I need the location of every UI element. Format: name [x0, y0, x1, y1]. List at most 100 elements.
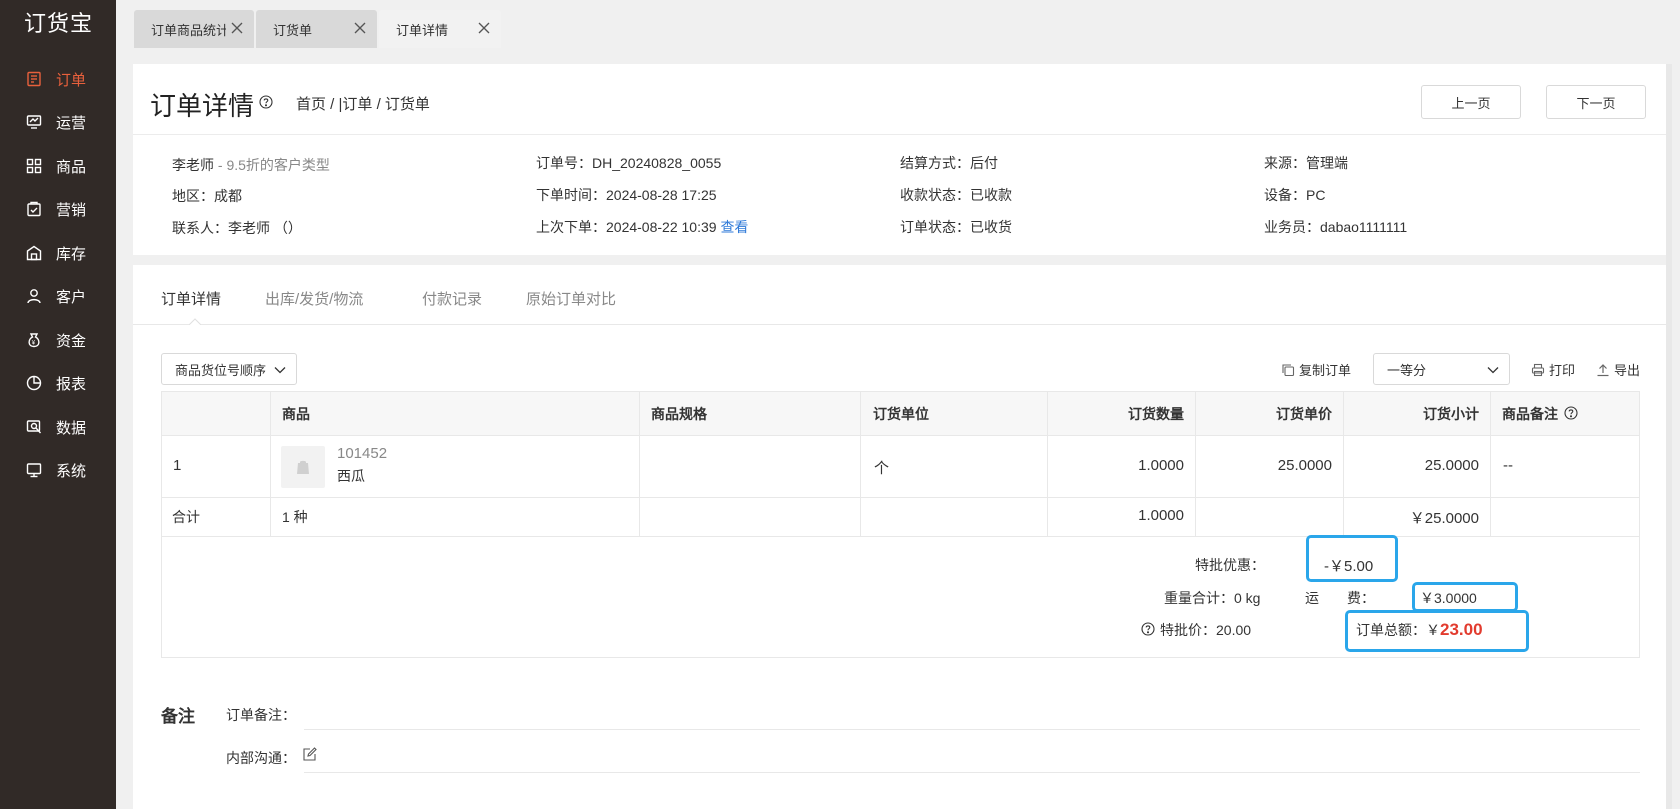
print-label: 打印 — [1549, 363, 1576, 378]
copy-order-label: 复制订单 — [1299, 363, 1352, 378]
payment-status: 收款状态：已收款 — [900, 187, 1012, 203]
order-time: 下单时间：2024-08-28 17:25 — [536, 187, 717, 203]
sort-order-value: 商品货位号顺序 — [175, 362, 267, 378]
close-icon[interactable] — [230, 21, 244, 35]
sort-order-select[interactable]: 商品货位号顺序 — [161, 353, 297, 385]
device-info: 设备：PC — [1264, 187, 1326, 203]
next-page-button[interactable]: 下一页 — [1546, 85, 1646, 119]
col-divider — [270, 391, 271, 537]
tab-label: 订货单 — [273, 22, 313, 38]
sidebar-item-label: 订单 — [56, 71, 87, 89]
order-total: 订单总额：￥23.00 — [1356, 620, 1483, 640]
tab-order-detail-section[interactable]: 订单详情 — [161, 288, 221, 309]
internal-comm-label: 内部沟通： — [226, 750, 296, 766]
contact-info: 联系人：李老师 （） — [172, 220, 302, 236]
last-order-info: 上次下单：2024-08-22 10:39 查看 — [536, 217, 748, 237]
close-icon[interactable] — [353, 21, 367, 35]
sidebar-item-label: 客户 — [56, 288, 87, 306]
help-icon[interactable] — [259, 95, 273, 109]
sidebar-item-data[interactable]: 数据 — [0, 407, 116, 447]
col-header-subtotal: 订货小计 — [1423, 406, 1479, 422]
customer-type: - 9.5折的客户类型 — [214, 157, 330, 173]
tab-label: 订单商品统计 — [151, 22, 226, 38]
tab-order-goods-stats[interactable]: 订单商品统计 — [134, 10, 254, 48]
header-divider — [133, 134, 1666, 135]
discount-label: 特批优惠： — [1195, 557, 1265, 573]
sidebar-item-marketing[interactable]: 营销 — [0, 189, 116, 229]
col-header-spec: 商品规格 — [651, 406, 707, 422]
sidebar-item-report[interactable]: 报表 — [0, 363, 116, 403]
goods-icon — [26, 158, 42, 174]
tab-original-order-compare[interactable]: 原始订单对比 — [526, 288, 616, 309]
scrollbar[interactable] — [1666, 64, 1672, 809]
col-header-remark: 商品备注 — [1502, 406, 1558, 422]
sidebar-item-label: 运营 — [56, 114, 87, 132]
inventory-icon — [26, 245, 42, 261]
total-qty: 1.0000 — [1138, 507, 1184, 524]
col-header-unit: 订货单位 — [873, 406, 929, 422]
col-divider — [860, 391, 861, 537]
tab-purchase-order[interactable]: 订货单 — [256, 10, 377, 48]
discount-value: -￥5.00 — [1324, 558, 1374, 575]
report-icon — [26, 375, 42, 391]
sidebar-item-label: 资金 — [56, 332, 87, 350]
col-divider — [639, 391, 640, 537]
page-title: 订单详情 — [150, 91, 255, 121]
prev-page-button[interactable]: 上一页 — [1421, 85, 1521, 119]
export-icon — [1597, 363, 1609, 376]
sidebar-item-label: 系统 — [56, 462, 87, 480]
row-divider — [161, 497, 1640, 498]
active-tab-caret-icon — [189, 318, 201, 325]
export-button[interactable]: 导出 — [1596, 360, 1640, 379]
view-last-order-link[interactable]: 查看 — [720, 219, 748, 235]
col-header-qty: 订货数量 — [1128, 406, 1184, 422]
total-kinds: 1 种 — [282, 509, 308, 525]
order-note-label: 订单备注： — [226, 707, 296, 723]
copy-order-button[interactable]: 复制订单 — [1281, 360, 1351, 379]
close-icon[interactable] — [477, 21, 491, 35]
sidebar-item-operations[interactable]: 运营 — [0, 102, 116, 142]
freight-label: 运 费： — [1305, 590, 1375, 606]
col-header-price: 订货单价 — [1276, 406, 1332, 422]
sidebar-item-order[interactable]: 订单 — [0, 59, 116, 99]
total-subtotal: ￥25.0000 — [1409, 510, 1479, 527]
tab-shipping-logistics[interactable]: 出库/发货/物流 — [265, 288, 363, 309]
grade-select[interactable]: 一等分 — [1373, 353, 1510, 385]
help-icon[interactable] — [1564, 406, 1578, 420]
export-label: 导出 — [1614, 363, 1641, 378]
total-row-label: 合计 — [172, 509, 200, 525]
special-price: 特批价：20.00 — [1160, 622, 1252, 638]
operations-icon — [26, 115, 42, 129]
sidebar-item-customer[interactable]: 客户 — [0, 276, 116, 316]
customer-name: 李老师 — [172, 157, 214, 173]
chevron-down-icon — [274, 367, 286, 374]
notes-title: 备注 — [161, 707, 195, 726]
help-icon[interactable] — [1141, 622, 1155, 636]
print-button[interactable]: 打印 — [1531, 360, 1575, 379]
row-divider — [161, 536, 1640, 537]
col-divider — [1490, 391, 1491, 537]
product-unit: 个 — [874, 460, 890, 477]
tab-order-detail[interactable]: 订单详情 — [379, 10, 501, 48]
sidebar-item-inventory[interactable]: 库存 — [0, 233, 116, 273]
order-note-field[interactable] — [304, 729, 1640, 730]
product-price: 25.0000 — [1277, 457, 1332, 474]
product-name[interactable]: 西瓜 — [337, 466, 365, 486]
edit-icon[interactable] — [302, 747, 317, 762]
sidebar-item-funds[interactable]: ¥ 资金 — [0, 320, 116, 360]
image-placeholder-icon — [297, 460, 309, 474]
sidebar-item-system[interactable]: 系统 — [0, 450, 116, 490]
marketing-icon — [27, 201, 41, 217]
tabs-underline — [133, 324, 1666, 325]
tab-payment-records[interactable]: 付款记录 — [422, 288, 482, 309]
row-index: 1 — [173, 457, 182, 474]
sidebar-item-goods[interactable]: 商品 — [0, 146, 116, 186]
customer-info: 李老师 - 9.5折的客户类型 — [172, 155, 330, 175]
order-number: 订单号：DH_20240828_0055 — [536, 155, 722, 171]
breadcrumb[interactable]: 首页 / |订单 / 订货单 — [296, 93, 430, 114]
weight-total: 重量合计：0 kg — [1164, 590, 1261, 606]
order-total-label: 订单总额：￥ — [1356, 622, 1440, 638]
system-icon — [26, 463, 42, 478]
freight-value: ￥3.0000 — [1420, 590, 1477, 606]
row-divider — [161, 435, 1640, 436]
